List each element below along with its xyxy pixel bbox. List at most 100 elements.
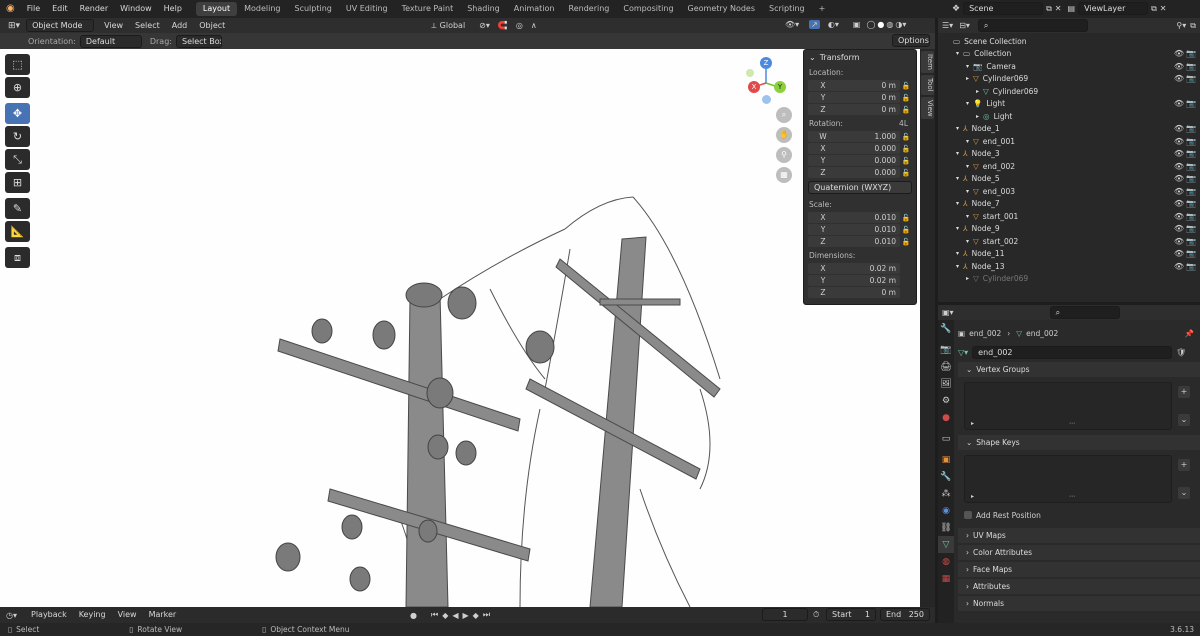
rotation-x-field[interactable]: X 0.000 🔓	[808, 143, 912, 154]
gizmo-neg-y-axis[interactable]	[746, 69, 754, 77]
scale-x-field[interactable]: X 0.010 🔓	[808, 212, 912, 223]
timeline-menu-view[interactable]: View	[112, 606, 143, 624]
list-resize-icon[interactable]: ⋯	[1069, 493, 1075, 500]
fake-user-icon[interactable]: 🛡	[1176, 348, 1186, 357]
wireframe-shading-icon[interactable]: ◯	[866, 20, 875, 29]
eye-icon[interactable]: 👁	[1174, 99, 1184, 108]
render-camera-icon[interactable]: 📷	[1186, 149, 1196, 158]
render-camera-icon[interactable]: 📷	[1186, 199, 1196, 208]
outliner-row[interactable]: ▾ ⅄ Node_11 👁 📷	[938, 248, 1200, 261]
shape-key-menu-icon[interactable]: ⌄	[1178, 487, 1190, 499]
render-camera-icon[interactable]: 📷	[1186, 212, 1196, 221]
outliner-row[interactable]: ▾ ⅄ Node_13 👁 📷	[938, 260, 1200, 273]
eye-icon[interactable]: 👁	[1174, 162, 1184, 171]
vertex-groups-header[interactable]: ⌄ Vertex Groups	[958, 362, 1200, 377]
scale-y-field[interactable]: Y 0.010 🔓	[808, 224, 912, 235]
render-camera-icon[interactable]: 📷	[1186, 249, 1196, 258]
tab-layout[interactable]: Layout	[195, 2, 238, 16]
shape-keys-list[interactable]: ⋯ ▸	[964, 455, 1172, 503]
render-camera-icon[interactable]: 📷	[1186, 62, 1196, 71]
collapse-chevron-icon[interactable]: ⌄	[809, 53, 816, 62]
dimensions-z-field[interactable]: Z0 m🔓	[808, 287, 912, 298]
stopwatch-icon[interactable]: ⏱	[813, 610, 819, 620]
visibility-icon[interactable]: 👁▾	[785, 20, 799, 29]
select-box-tool-icon[interactable]: ⬚	[5, 54, 30, 75]
scale-z-field[interactable]: Z 0.010 🔓	[808, 236, 912, 247]
tab-modeling[interactable]: Modeling	[237, 2, 287, 16]
expand-chevron-icon[interactable]: ▾	[966, 213, 969, 220]
render-camera-icon[interactable]: 📷	[1186, 99, 1196, 108]
scale-value[interactable]: 0.010	[838, 236, 900, 247]
lock-icon[interactable]: 🔓	[900, 133, 912, 141]
viewport-menu-select[interactable]: Select	[129, 17, 166, 35]
breadcrumb-object[interactable]: end_002	[969, 329, 1001, 338]
new-collection-icon[interactable]: ⧉	[1190, 21, 1196, 31]
prev-keyframe-icon[interactable]: ◆	[442, 611, 448, 620]
timeline-menu-marker[interactable]: Marker	[143, 606, 183, 624]
measure-tool-icon[interactable]: 📐	[5, 221, 30, 242]
dimensions-value[interactable]: 0.02 m	[838, 275, 900, 286]
outliner-row[interactable]: ▾ ▽ start_001 👁 📷	[938, 210, 1200, 223]
timeline-menu-keying[interactable]: Keying	[73, 606, 112, 624]
expand-chevron-icon[interactable]: ▾	[956, 263, 959, 270]
gizmo-x-axis[interactable]: X	[748, 81, 760, 93]
outliner-row[interactable]: ▸ ▽ Cylinder069 👁 📷	[938, 73, 1200, 86]
outliner-row[interactable]: ▾ ▭ Collection 👁 📷	[938, 48, 1200, 61]
lock-icon[interactable]: 🔓	[900, 94, 912, 102]
delete-scene-icon[interactable]: ✕	[1055, 4, 1062, 13]
render-camera-icon[interactable]: 📷	[1186, 137, 1196, 146]
eye-icon[interactable]: 👁	[1174, 212, 1184, 221]
play-icon[interactable]: ▶	[463, 611, 469, 620]
expand-chevron-icon[interactable]: ▾	[956, 175, 959, 182]
expand-chevron-icon[interactable]: ▾	[956, 200, 959, 207]
view-layer-selector[interactable]: ViewLayer	[1078, 2, 1149, 15]
outliner-row[interactable]: ▾ ▽ end_003 👁 📷	[938, 185, 1200, 198]
lock-icon[interactable]: 🔓	[900, 157, 912, 165]
location-value[interactable]: 0 m	[838, 92, 900, 103]
new-scene-icon[interactable]: ⧉	[1046, 4, 1052, 14]
drag-dropdown[interactable]: Select Box	[175, 34, 222, 48]
expand-chevron-icon[interactable]: ▸	[976, 88, 979, 95]
location-value[interactable]: 0 m	[838, 104, 900, 115]
transform-orientation[interactable]: Global	[440, 21, 466, 30]
list-resize-icon[interactable]: ⋯	[1069, 420, 1075, 427]
menu-render[interactable]: Render	[74, 0, 114, 18]
object-tab-icon[interactable]: ▣	[938, 451, 954, 468]
texture-tab-icon[interactable]: ▦	[938, 570, 954, 587]
render-camera-icon[interactable]: 📷	[1186, 237, 1196, 246]
location-value[interactable]: 0 m	[838, 80, 900, 91]
pan-hand-icon[interactable]: ✋	[776, 127, 792, 143]
camera-view-icon[interactable]: ⚲	[776, 147, 792, 163]
render-camera-icon[interactable]: 📷	[1186, 74, 1196, 83]
expand-chevron-icon[interactable]: ▸	[966, 75, 969, 82]
rotation-z-field[interactable]: Z 0.000 🔓	[808, 167, 912, 178]
viewlayer-icon[interactable]: ▤	[1068, 4, 1076, 13]
outliner-row[interactable]: ▾ ▽ start_002 👁 📷	[938, 235, 1200, 248]
outliner-row[interactable]: ▾ ⅄ Node_7 👁 📷	[938, 198, 1200, 211]
vertex-group-menu-icon[interactable]: ⌄	[1178, 414, 1190, 426]
eye-icon[interactable]: 👁	[1174, 237, 1184, 246]
rotation-mode-dropdown[interactable]: Quaternion (WXYZ)	[808, 181, 912, 194]
lock-icon[interactable]: 🔓	[900, 106, 912, 114]
options-button[interactable]: Options	[892, 34, 930, 47]
render-camera-icon[interactable]: 📷	[1186, 162, 1196, 171]
particles-tab-icon[interactable]: ⁂	[938, 485, 954, 502]
tab-rendering[interactable]: Rendering	[562, 2, 617, 16]
shape-keys-header[interactable]: ⌄ Shape Keys	[958, 435, 1200, 450]
xray-icon[interactable]: ▣	[853, 20, 861, 29]
eye-icon[interactable]: 👁	[1174, 262, 1184, 271]
expand-chevron-icon[interactable]: ▾	[966, 100, 969, 107]
lock-icon[interactable]: 🔓	[900, 145, 912, 153]
add-cube-tool-icon[interactable]: ⧈	[5, 247, 30, 268]
navigation-gizmo[interactable]: Z Y X	[744, 57, 790, 105]
eye-icon[interactable]: 👁	[1174, 49, 1184, 58]
sidebar-tab-tool[interactable]: Tool	[921, 74, 934, 95]
rotation-value[interactable]: 0.000	[838, 143, 900, 154]
scale-value[interactable]: 0.010	[838, 212, 900, 223]
overlay-toggle-icon[interactable]: ◐▾	[828, 20, 839, 29]
menu-window[interactable]: Window	[114, 0, 158, 18]
outliner-search-input[interactable]: ⌕	[977, 19, 1088, 32]
render-camera-icon[interactable]: 📷	[1186, 187, 1196, 196]
dimensions-x-field[interactable]: X0.02 m🔓	[808, 263, 912, 274]
timeline-menu-playback[interactable]: Playback	[25, 606, 73, 624]
